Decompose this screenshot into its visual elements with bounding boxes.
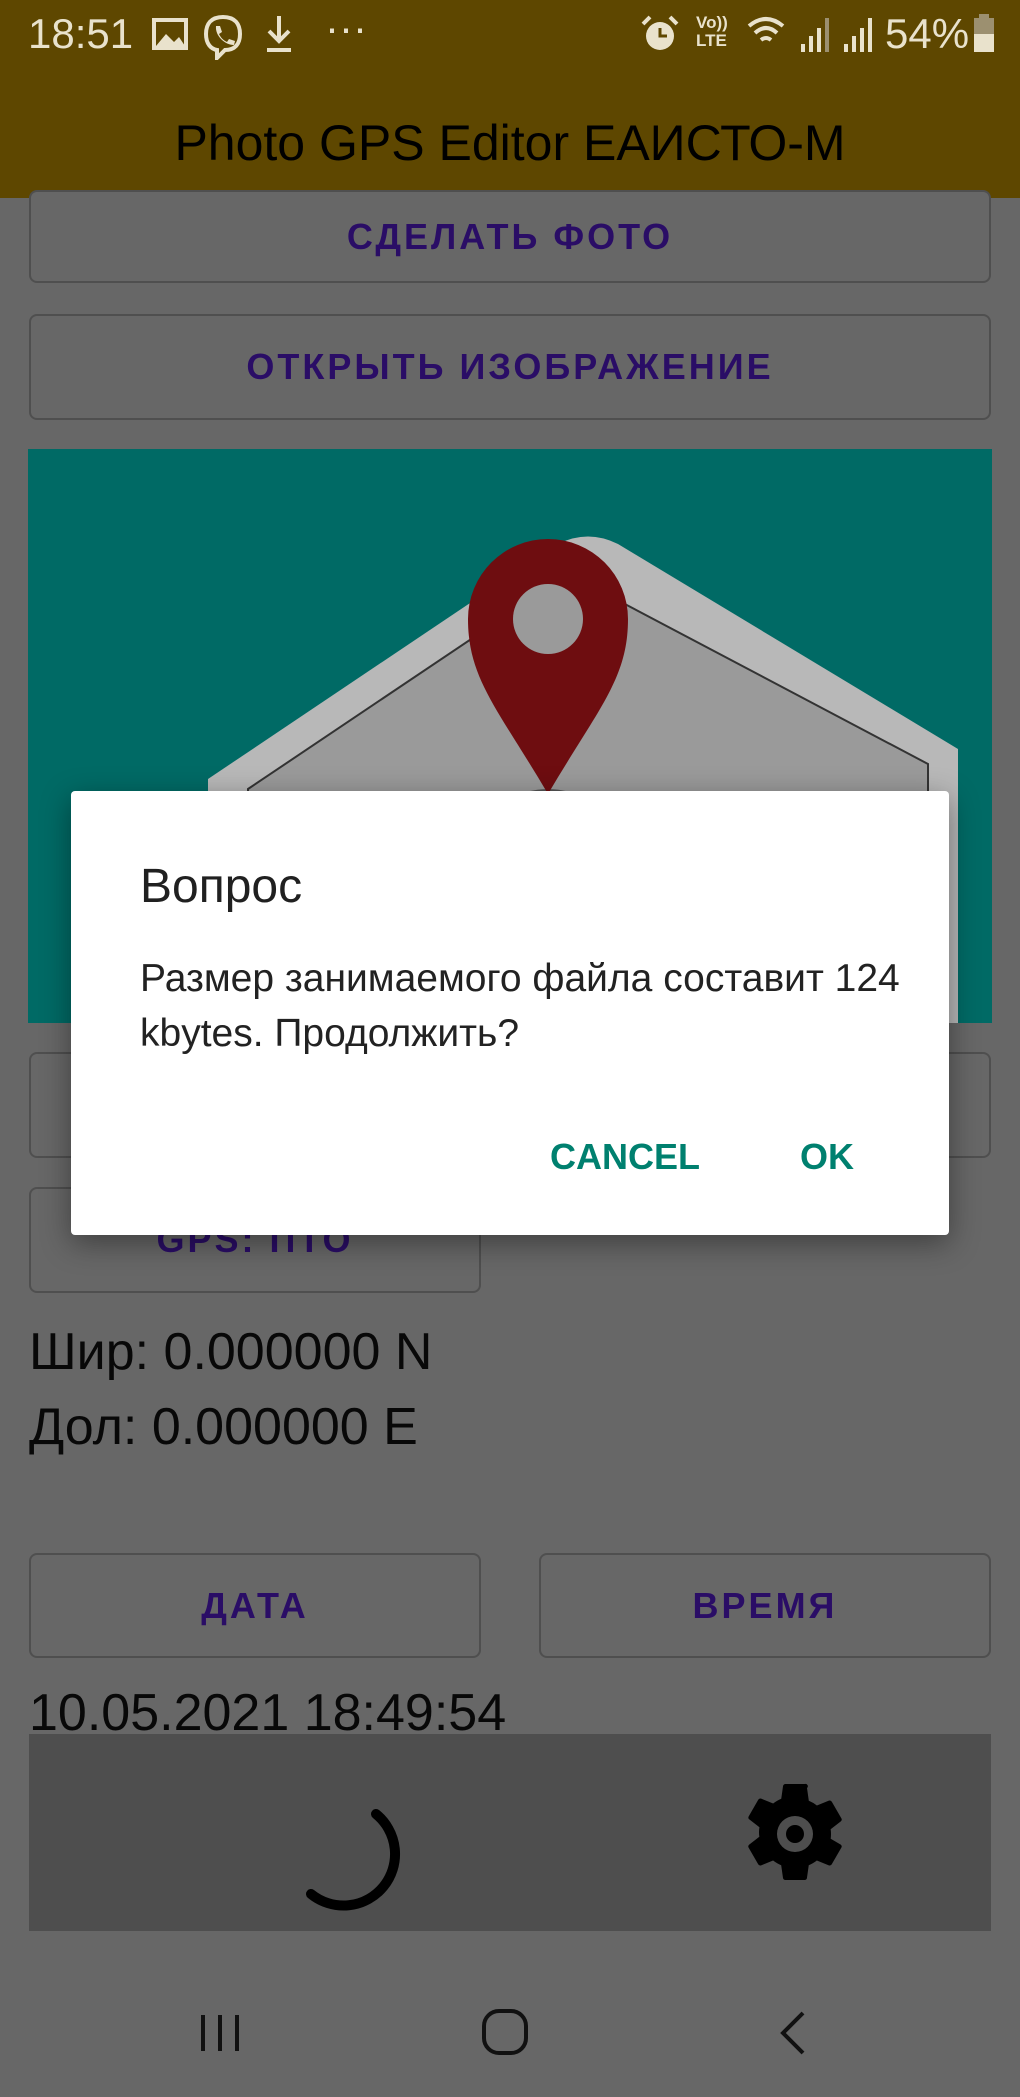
time-button[interactable]: ВРЕМЯ xyxy=(539,1553,991,1658)
viber-icon xyxy=(203,14,243,60)
battery-icon xyxy=(974,14,994,52)
app-title: Photo GPS Editor ЕАИСТО-М xyxy=(174,115,846,171)
ok-button[interactable]: OK xyxy=(800,1136,854,1178)
recents-icon[interactable] xyxy=(195,2011,245,2055)
back-icon[interactable] xyxy=(775,2009,811,2057)
take-photo-button[interactable]: СДЕЛАТЬ ФОТО xyxy=(29,190,991,283)
gear-icon[interactable] xyxy=(735,1774,855,1894)
dialog-title: Вопрос xyxy=(140,860,303,913)
battery-percent: 54% xyxy=(885,10,970,57)
bottom-bar xyxy=(29,1734,991,1931)
confirm-dialog: Вопрос Размер занимаемого файла составит… xyxy=(71,791,949,1235)
loading-spinner-icon xyxy=(306,1809,401,1911)
longitude-text: Дол: 0.000000 E xyxy=(29,1398,418,1456)
volte-icon: Vo)) LTE xyxy=(696,13,728,50)
signal-icon xyxy=(747,17,872,52)
status-time: 18:51 xyxy=(28,10,134,57)
app-bar: Photo GPS Editor ЕАИСТО-М xyxy=(0,100,1020,198)
more-icon: ··· xyxy=(325,4,367,51)
open-image-button[interactable]: ОТКРЫТЬ ИЗОБРАЖЕНИЕ xyxy=(29,314,991,420)
home-icon[interactable] xyxy=(480,2007,530,2057)
dialog-message: Размер занимаемого файла составит 124 kb… xyxy=(140,957,900,1055)
gallery-icon xyxy=(152,18,188,50)
alarm-icon xyxy=(641,15,679,50)
download-icon xyxy=(267,16,291,52)
cancel-button[interactable]: CANCEL xyxy=(550,1136,700,1178)
latitude-text: Шир: 0.000000 N xyxy=(29,1323,433,1381)
navigation-bar xyxy=(0,1931,1020,2097)
status-bar: 18:51 ··· Vo)) LTE 54% xyxy=(0,0,1020,100)
date-button[interactable]: ДАТА xyxy=(29,1553,481,1658)
